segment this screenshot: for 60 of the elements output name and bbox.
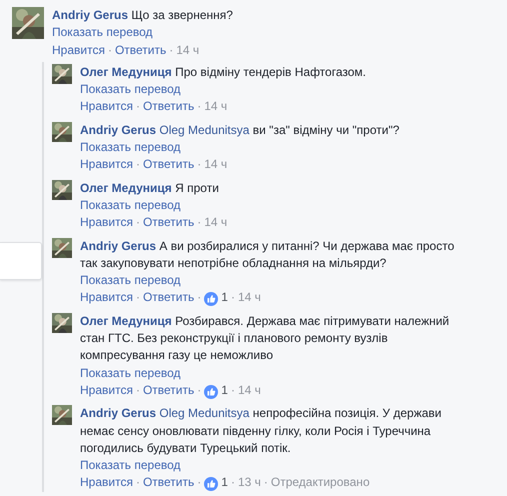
comment-text: Олег Медуниця Про відміну тендерів Нафтогазом. (80, 64, 366, 79)
comment-text: Andriy Gerus А ви розбиралися у питанні? Чи держава має просто так закуповувати непотрібне обладнання на мільярди? (80, 238, 454, 270)
like-count-icon (204, 477, 218, 492)
separator-dot: · (197, 475, 202, 490)
comment-text: Andriy Gerus Що за звернення? (52, 8, 233, 22)
translate-link[interactable]: Показать перевод (80, 273, 181, 288)
separator-dot: · (230, 290, 235, 304)
translate-link[interactable]: Показать перевод (80, 198, 181, 212)
comment-time[interactable]: 14 ч (204, 215, 228, 230)
separator-dot: · (197, 382, 202, 397)
separator-dot: · (136, 157, 140, 172)
separator-dot: · (136, 215, 140, 230)
reply-link[interactable]: Ответить (142, 157, 194, 172)
reply-link[interactable]: Ответить (142, 290, 194, 304)
like-link[interactable]: Нравится (80, 157, 133, 172)
like-link[interactable]: Нравится (80, 475, 133, 490)
separator-dot: · (264, 475, 268, 490)
like-link[interactable]: Нравится (52, 42, 105, 57)
translate-link[interactable]: Показать перевод (80, 458, 181, 472)
like-count-icon (204, 384, 218, 399)
comment-text: Олег Медуниця Розбирався. Держава має пітримувати належний стан ГТС. Без реконструкції і планового ремонту вузлів компресування газу це неможливо (80, 314, 450, 362)
translate-link[interactable]: Показать перевод (80, 140, 181, 154)
separator-dot: · (197, 290, 202, 304)
separator-dot: · (136, 99, 140, 114)
like-link[interactable]: Нравится (80, 290, 133, 304)
separator-dot: · (136, 290, 140, 304)
reply-link[interactable]: Ответить (114, 42, 166, 57)
like-link[interactable]: Нравится (80, 215, 133, 230)
comment-time[interactable]: 14 ч (238, 382, 261, 397)
separator-dot: · (169, 42, 174, 57)
separator-dot: · (197, 99, 202, 114)
reply-link[interactable]: Ответить (142, 99, 194, 114)
comment-time[interactable]: 14 ч (204, 99, 228, 114)
comment-time[interactable]: 14 ч (176, 42, 200, 57)
translate-link[interactable]: Показать перевод (80, 366, 181, 380)
like-count[interactable]: 1 (221, 382, 228, 400)
comment-text: Andriy Gerus Oleg Medunitsya непрофесійна позиція. У держави немає сенсу оновлювати південну гілку, коли Росія і Туреччина погодились будувати Турецький потік. (80, 406, 442, 455)
reply-link[interactable]: Ответить (142, 475, 194, 490)
reply-link[interactable]: Ответить (142, 215, 194, 230)
separator-dot: · (136, 475, 140, 490)
translate-link[interactable]: Показать перевод (52, 25, 153, 40)
translate-link[interactable]: Показать перевод (80, 82, 181, 96)
like-count-icon (204, 292, 218, 306)
reply-link[interactable]: Ответить (142, 382, 194, 397)
separator-dot: · (197, 215, 202, 230)
separator-dot: · (108, 42, 112, 57)
comment-time[interactable]: 13 ч (238, 475, 261, 490)
comment-text: Andriy Gerus Oleg Medunitsya ви "за" відміну чи "проти"? (80, 122, 400, 137)
comment-text: Олег Медуниця Я проти (80, 180, 219, 195)
separator-dot: · (197, 157, 202, 172)
like-count[interactable]: 1 (221, 289, 228, 307)
edited-label[interactable]: Отредактировано (270, 475, 370, 490)
comment-time[interactable]: 14 ч (204, 157, 228, 172)
separator-dot: · (230, 475, 235, 490)
like-count[interactable]: 1 (221, 474, 228, 492)
separator-dot: · (230, 382, 235, 397)
like-link[interactable]: Нравится (80, 99, 133, 114)
separator-dot: · (136, 382, 140, 397)
like-link[interactable]: Нравится (80, 382, 133, 397)
comment-time[interactable]: 14 ч (238, 290, 261, 304)
